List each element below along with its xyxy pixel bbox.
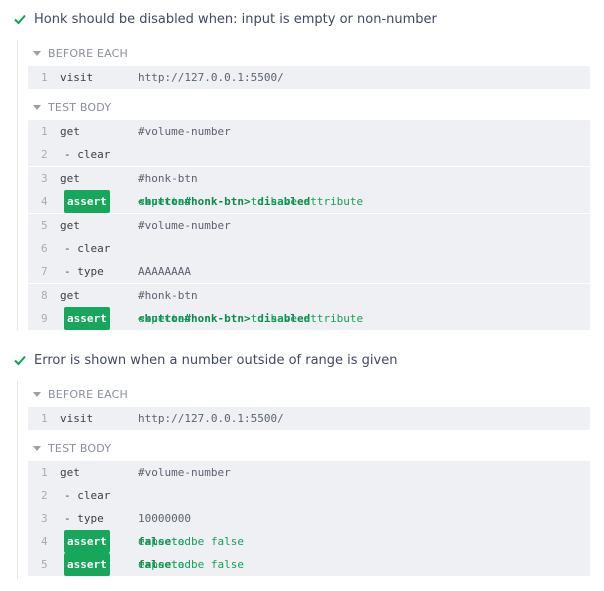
command-row[interactable]: 1 visit http://127.0.0.1:5500/ (28, 407, 590, 430)
caret-down-icon (33, 390, 41, 398)
test-title-text: Honk should be disabled when: input is e… (34, 11, 437, 27)
command-name: - type (64, 512, 104, 525)
command-row[interactable]: 1 visit http://127.0.0.1:5500/ (28, 66, 590, 89)
test-body-header[interactable]: TEST BODY (33, 439, 111, 457)
assert-badge: assert (64, 190, 110, 213)
command-name: - clear (64, 242, 111, 255)
test-title-text: Error is shown when a number outside of … (34, 352, 398, 368)
test-title[interactable]: Error is shown when a number outside of … (12, 349, 397, 371)
command-name: visit (60, 71, 94, 84)
command-name: get (60, 466, 80, 479)
caret-down-icon (33, 49, 41, 57)
command-group: 5 get #volume-number 6 - clear 7 - type … (28, 214, 590, 283)
command-name: - clear (64, 489, 111, 502)
command-row[interactable]: 2 - clear (28, 484, 590, 507)
hook-label: TEST BODY (48, 100, 112, 114)
line-number: 1 (41, 466, 48, 479)
test-body-header[interactable]: TEST BODY (33, 98, 111, 116)
caret-down-icon (33, 444, 41, 452)
assertion-message: expected <button#honk-btn> to have attri… (138, 195, 364, 208)
line-number: 3 (41, 172, 48, 185)
nesting-guide (17, 40, 18, 330)
command-name: - clear (64, 148, 111, 161)
command-row[interactable]: 6 - clear (28, 237, 590, 260)
command-group: 8 get #honk-btn 9 - assert expected <but… (28, 284, 590, 330)
assert-row[interactable]: 4 - assert expected false to be false (28, 530, 590, 553)
line-number: 3 (41, 512, 48, 525)
hook-label: BEFORE EACH (48, 387, 129, 401)
check-icon (12, 352, 28, 368)
line-number: 6 (41, 242, 48, 255)
command-group: 1 get #volume-number 2 - clear (28, 120, 590, 166)
command-row[interactable]: 2 - clear (28, 143, 590, 166)
nesting-guide (17, 381, 18, 579)
command-row[interactable]: 8 get #honk-btn (28, 284, 590, 307)
command-group: 3 get #honk-btn 4 - assert expected <but… (28, 167, 590, 213)
line-number: 4 (41, 535, 48, 548)
hook-label: BEFORE EACH (48, 46, 129, 60)
command-message: 10000000 (138, 512, 191, 525)
assert-badge: assert (64, 307, 110, 330)
command-message: #volume-number (138, 219, 231, 232)
command-message: #volume-number (138, 125, 231, 138)
command-group: 1 visit http://127.0.0.1:5500/ (28, 407, 590, 430)
assertion-message: expected false to be false (138, 535, 244, 548)
command-message: #honk-btn (138, 289, 198, 302)
command-name: get (60, 172, 80, 185)
before-each-header[interactable]: BEFORE EACH (33, 385, 128, 403)
line-number: 5 (41, 219, 48, 232)
command-row[interactable]: 1 get #volume-number (28, 120, 590, 143)
command-row[interactable]: 5 get #volume-number (28, 214, 590, 237)
hook-label: TEST BODY (48, 441, 112, 455)
test-title[interactable]: Honk should be disabled when: input is e… (12, 8, 437, 30)
line-number: 2 (41, 148, 48, 161)
command-message: http://127.0.0.1:5500/ (138, 71, 284, 84)
line-number: 2 (41, 489, 48, 502)
assertion-message: expected <button#honk-btn> to have attri… (138, 312, 364, 325)
command-message: http://127.0.0.1:5500/ (138, 412, 284, 425)
command-row[interactable]: 3 get #honk-btn (28, 167, 590, 190)
assert-row[interactable]: 5 - assert expected false to be false (28, 553, 590, 576)
command-row[interactable]: 1 get #volume-number (28, 461, 590, 484)
line-number: 7 (41, 265, 48, 278)
assert-row[interactable]: 4 - assert expected <button#honk-btn> to… (28, 190, 590, 213)
command-name: get (60, 125, 80, 138)
line-number: 1 (41, 71, 48, 84)
command-name: get (60, 289, 80, 302)
assert-badge: assert (64, 530, 110, 553)
caret-down-icon (33, 103, 41, 111)
command-message: #volume-number (138, 466, 231, 479)
before-each-header[interactable]: BEFORE EACH (33, 44, 128, 62)
command-group: 1 get #volume-number 2 - clear 3 - type … (28, 461, 590, 576)
line-number: 4 (41, 195, 48, 208)
assert-row[interactable]: 9 - assert expected <button#honk-btn> to… (28, 307, 590, 330)
line-number: 9 (41, 312, 48, 325)
line-number: 1 (41, 125, 48, 138)
command-message: #honk-btn (138, 172, 198, 185)
command-name: get (60, 219, 80, 232)
command-name: visit (60, 412, 94, 425)
check-icon (12, 11, 28, 27)
line-number: 1 (41, 412, 48, 425)
command-message: AAAAAAAA (138, 265, 191, 278)
command-name: - type (64, 265, 104, 278)
command-group: 1 visit http://127.0.0.1:5500/ (28, 66, 590, 89)
command-row[interactable]: 3 - type 10000000 (28, 507, 590, 530)
line-number: 5 (41, 558, 48, 571)
command-row[interactable]: 7 - type AAAAAAAA (28, 260, 590, 283)
line-number: 8 (41, 289, 48, 302)
assertion-message: expected false to be false (138, 558, 244, 571)
assert-badge: assert (64, 553, 110, 576)
